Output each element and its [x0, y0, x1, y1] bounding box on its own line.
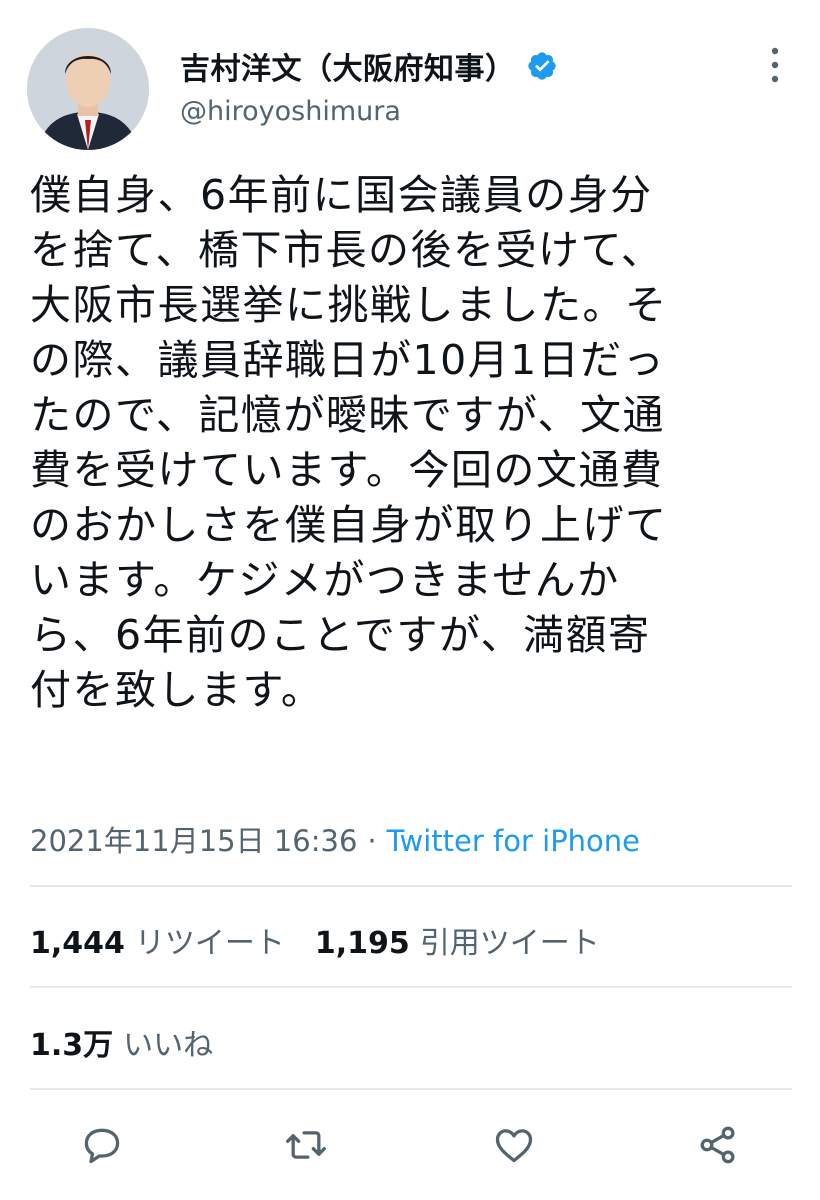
quotes-stat[interactable]: 1,195 引用ツイート [315, 926, 600, 961]
tweet-text: 僕自身、6年前に国会議員の身分 を捨て、橋下市長の後を受けて、 大阪市長選挙に挑… [30, 171, 668, 714]
action-bar [0, 1115, 820, 1175]
meta-separator: · [367, 824, 377, 858]
tweet-meta: 2021年11月15日 16:36 · Twitter for iPhone [30, 818, 640, 860]
tweet-source-link[interactable]: Twitter for iPhone [387, 824, 640, 858]
author-name-row: 吉村洋文（大阪府知事） [180, 44, 558, 88]
heart-icon [495, 1129, 533, 1163]
divider [30, 885, 792, 887]
quotes-count: 1,195 [314, 926, 410, 961]
author-display-name[interactable]: 吉村洋文（大阪府知事） [180, 44, 516, 88]
like-button[interactable] [484, 1115, 544, 1175]
likes-stats-row: 1.3万 いいね [30, 1020, 213, 1064]
likes-label: いいね [123, 1028, 214, 1063]
share-icon [700, 1126, 735, 1164]
retweet-stats-row: 1,444 リツイート 1,195 引用ツイート [30, 918, 600, 962]
author-handle[interactable]: @hiroyoshimura [180, 96, 401, 127]
reply-button[interactable] [72, 1115, 132, 1175]
tweet-timestamp[interactable]: 2021年11月15日 16:36 [30, 824, 357, 858]
divider [30, 986, 792, 988]
verified-badge-icon [527, 52, 556, 80]
avatar-image [27, 28, 149, 150]
retweets-stat[interactable]: 1,444 リツイート [30, 926, 285, 961]
retweets-label: リツイート [134, 926, 285, 961]
quotes-label: 引用ツイート [419, 926, 600, 961]
retweets-count: 1,444 [30, 926, 125, 961]
share-button[interactable] [688, 1115, 748, 1175]
more-vertical-icon[interactable] [762, 45, 788, 85]
retweet-button[interactable] [276, 1115, 336, 1175]
likes-stat[interactable]: 1.3万 いいね [30, 1028, 213, 1063]
likes-count: 1.3万 [30, 1028, 114, 1063]
retweet-icon [286, 1131, 326, 1159]
tweet-header: 吉村洋文（大阪府知事） @hiroyoshimura [0, 0, 820, 160]
reply-icon [84, 1128, 120, 1164]
divider [30, 1088, 792, 1090]
avatar[interactable] [27, 28, 149, 150]
